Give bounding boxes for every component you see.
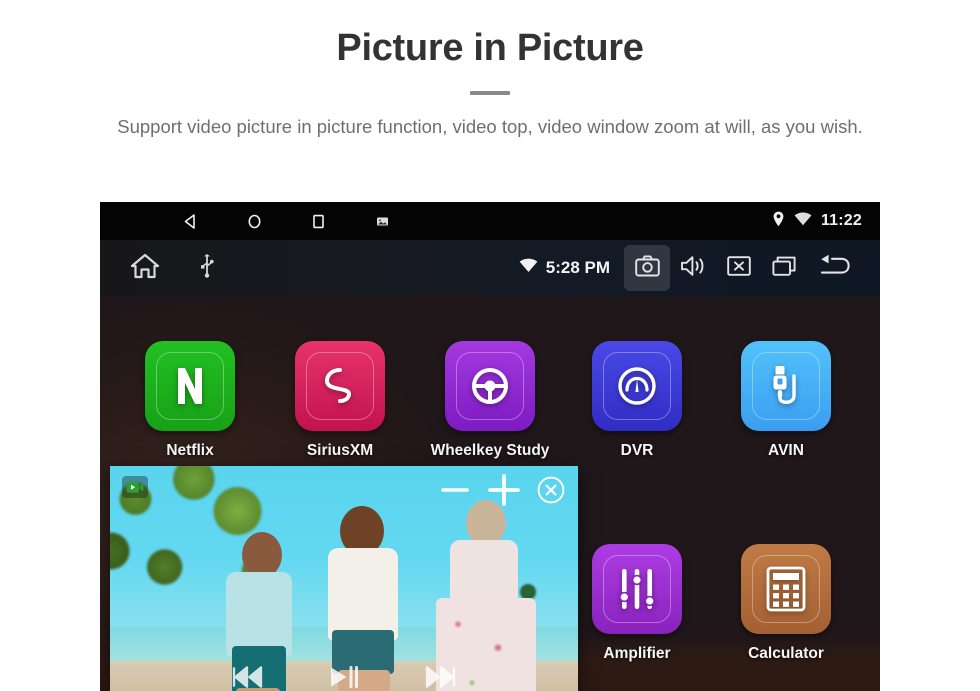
wheelkey-glyph <box>472 368 508 404</box>
app-label: Wheelkey Study <box>430 442 550 459</box>
camera-screenshot-button[interactable] <box>624 245 670 291</box>
toolbar-left-group <box>100 253 214 284</box>
app-tile-avin[interactable]: AVIN <box>721 341 851 460</box>
pip-zoom-in-button[interactable] <box>486 472 522 508</box>
video-record-icon[interactable] <box>122 476 148 498</box>
app-tile-amplifier[interactable]: Amplifier <box>572 544 702 663</box>
photo-person-3 <box>420 494 548 691</box>
gauge-glyph <box>618 367 656 405</box>
toolbar-right-group: 5:28 PM <box>519 245 880 291</box>
app-tile-siriusxm[interactable]: SiriusXM <box>275 341 405 460</box>
app-label: DVR <box>620 442 654 459</box>
back-triangle-icon[interactable] <box>158 213 222 230</box>
app-label: SiriusXM <box>306 442 374 459</box>
home-icon[interactable] <box>130 253 160 284</box>
netflix-icon <box>145 341 235 431</box>
siriusxm-glyph <box>324 368 352 403</box>
app-tile-dvr[interactable]: DVR <box>572 341 702 460</box>
app-tile-netflix[interactable]: Netflix <box>125 341 255 460</box>
siriusxm-icon <box>295 341 385 431</box>
x-box-icon <box>727 255 751 281</box>
usb-icon[interactable] <box>200 253 214 283</box>
gauge-icon <box>592 341 682 431</box>
pip-window-controls <box>438 472 566 508</box>
previous-track-icon[interactable] <box>231 666 263 691</box>
pip-media-controls <box>110 665 578 691</box>
netflix-glyph <box>178 368 202 404</box>
volume-button[interactable] <box>670 245 716 291</box>
back-arrow-icon <box>819 254 851 283</box>
screenshot-image-icon[interactable] <box>350 214 414 229</box>
app-label: Calculator <box>748 645 824 662</box>
av-plug-icon <box>741 341 831 431</box>
device-screenshot: 11:22 5:28 PM Netflix SiriusXM Wheelkey … <box>100 202 880 691</box>
pip-toolbar <box>110 466 578 514</box>
photo-person-2 <box>306 506 424 691</box>
location-pin-icon <box>772 211 785 232</box>
wifi-icon <box>794 212 812 231</box>
page-root: Picture in Picture Support video picture… <box>0 0 980 691</box>
hero-section: Picture in Picture Support video picture… <box>0 0 980 141</box>
page-title: Picture in Picture <box>336 27 644 69</box>
recents-square-icon[interactable] <box>286 213 350 230</box>
pip-close-button[interactable] <box>536 475 566 505</box>
home-circle-icon[interactable] <box>222 213 286 230</box>
av-plug-glyph <box>773 366 796 404</box>
app-label: AVIN <box>768 442 804 459</box>
app-grid: Netflix SiriusXM Wheelkey Study DVR AVIN… <box>100 296 880 691</box>
app-toolbar: 5:28 PM <box>100 240 880 296</box>
status-bar-nav-group <box>100 213 414 230</box>
toolbar-clock-group: 5:28 PM <box>519 258 610 278</box>
speaker-volume-icon <box>680 255 707 282</box>
page-subtitle: Support video picture in picture functio… <box>117 115 863 137</box>
recent-apps-icon <box>772 255 798 282</box>
status-bar-indicators: 11:22 <box>772 211 880 232</box>
recent-apps-button[interactable] <box>762 245 808 291</box>
wheelkey-icon <box>445 341 535 431</box>
wifi-icon <box>519 258 538 278</box>
app-label: Amplifier <box>603 645 671 662</box>
camera-icon <box>634 254 660 282</box>
android-status-bar: 11:22 <box>100 202 880 240</box>
calculator-icon <box>741 544 831 634</box>
equalizer-glyph <box>619 569 655 609</box>
pip-zoom-out-button[interactable] <box>438 473 472 507</box>
close-circle-icon <box>537 476 565 504</box>
equalizer-icon <box>592 544 682 634</box>
back-button[interactable] <box>808 245 862 291</box>
app-tile-wheelkey-study[interactable]: Wheelkey Study <box>425 341 555 460</box>
pip-video-window[interactable]: Seicane <box>110 466 578 691</box>
close-app-button[interactable] <box>716 245 762 291</box>
app-tile-calculator[interactable]: Calculator <box>721 544 851 663</box>
calculator-glyph <box>766 566 806 612</box>
app-label: Netflix <box>166 442 214 459</box>
status-bar-clock: 11:22 <box>820 212 862 229</box>
play-pause-icon[interactable] <box>329 665 359 691</box>
next-track-icon[interactable] <box>425 666 457 691</box>
title-divider <box>470 90 510 95</box>
toolbar-clock: 5:28 PM <box>545 258 610 277</box>
